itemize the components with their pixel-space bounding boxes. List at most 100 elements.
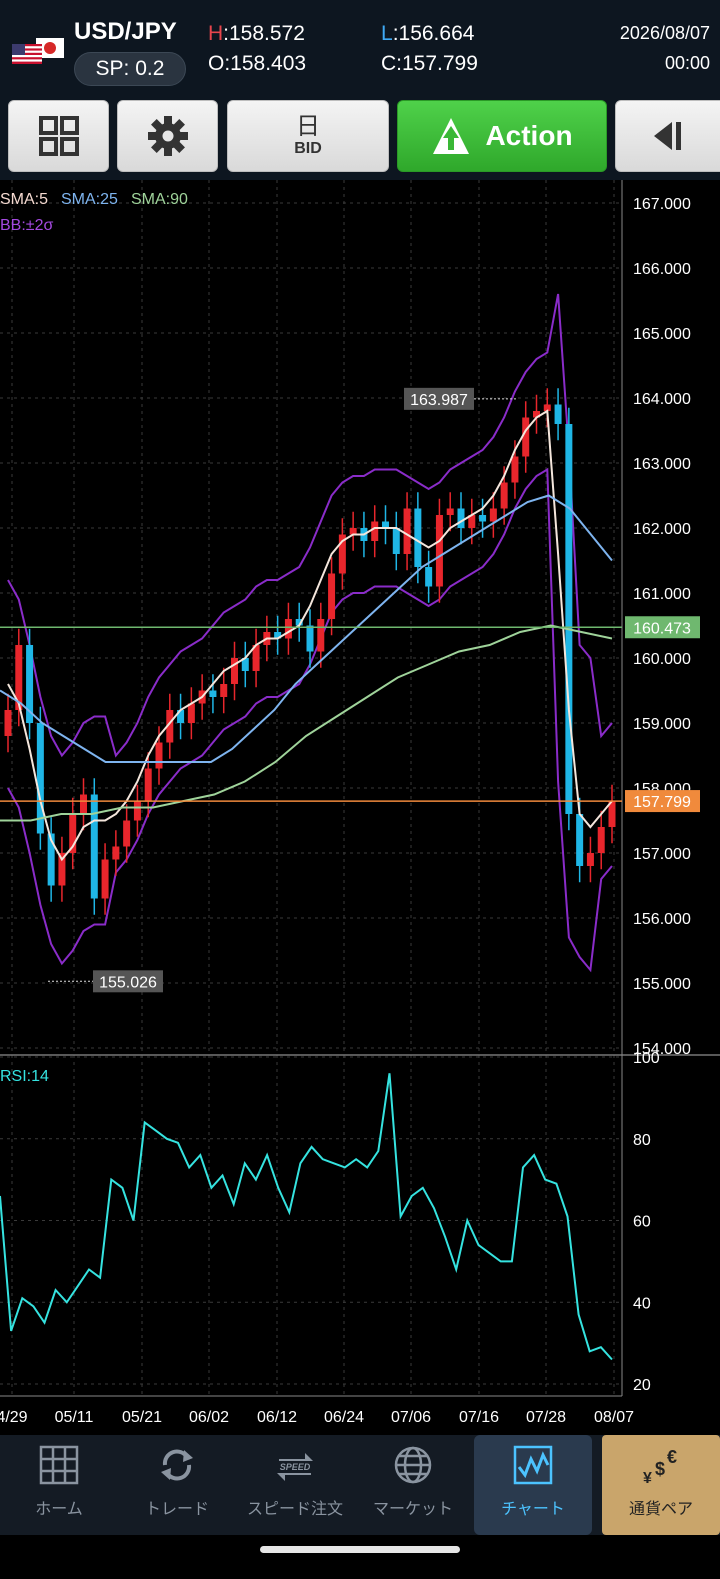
rsi-tick-label: 100 (633, 1050, 660, 1067)
price-tick-label: 157.000 (633, 846, 691, 863)
candle-body (500, 482, 508, 509)
action-label: Action (485, 120, 573, 151)
price-tick-label: 159.000 (633, 716, 691, 733)
candle-body (123, 820, 131, 847)
candle-body (565, 424, 573, 814)
spread-badge: SP: 0.2 (74, 52, 186, 86)
price-chart[interactable]: 163.987 155.026 167.000 166.000 165.000 164.… (0, 180, 720, 1435)
candle-body (576, 814, 584, 866)
home-grid-icon (39, 1445, 79, 1485)
low-price: L:156.664 (381, 22, 474, 46)
sma25-line (0, 494, 613, 763)
candle-body (403, 508, 411, 554)
time-tick-label: 06/12 (257, 1409, 297, 1426)
candle-body (457, 508, 465, 528)
rsi-tick-label: 20 (633, 1377, 651, 1394)
candle-body (209, 690, 217, 697)
period-label: 日 (296, 113, 320, 140)
tab-market[interactable]: マーケット (354, 1435, 472, 1535)
settings-button[interactable] (117, 100, 218, 172)
low-label: L (381, 22, 393, 45)
time-tick-label: 07/16 (459, 1409, 499, 1426)
time-tick-label: 05/11 (55, 1409, 94, 1426)
bottom-tab-bar: ホーム トレード SPEED スピード注文 マーケット チャート € $ ¥ 通… (0, 1435, 720, 1535)
reference-price-label: 160.473 (633, 620, 691, 637)
bb-lower-line (7, 467, 613, 973)
candle-body (392, 528, 400, 554)
high-label: H (208, 22, 224, 45)
currency-icon: € $ ¥ (643, 1447, 677, 1485)
currency-pair-title[interactable]: USD/JPY (74, 18, 177, 46)
collapse-panel-button[interactable] (615, 100, 720, 172)
time-tick-label: 05/21 (122, 1409, 162, 1426)
price-tick-label: 167.000 (633, 196, 691, 213)
candle-body (133, 801, 141, 821)
candle-body (414, 508, 422, 567)
rsi-tick-label: 60 (633, 1214, 651, 1231)
price-tick-label: 164.000 (633, 391, 691, 408)
candle-body (90, 794, 98, 899)
layout-button[interactable] (8, 100, 109, 172)
price-tick-label: 155.000 (633, 976, 691, 993)
candle-body (554, 404, 562, 424)
tab-chart[interactable]: チャート (474, 1435, 592, 1535)
candle-body (220, 684, 228, 697)
svg-text:¥: ¥ (643, 1470, 652, 1485)
collapse-left-icon (653, 122, 681, 150)
svg-text:SPEED: SPEED (280, 1462, 311, 1472)
price-side-label: BID (294, 140, 322, 157)
tab-home[interactable]: ホーム (0, 1435, 118, 1535)
candle-body (446, 508, 454, 515)
action-button[interactable]: Action (397, 100, 607, 172)
low-marker-label: 155.026 (99, 974, 157, 991)
close-price: C:157.799 (381, 52, 478, 75)
tab-speed-order[interactable]: SPEED スピード注文 (236, 1435, 354, 1535)
rsi-tick-label: 80 (633, 1132, 651, 1149)
candle-body (155, 742, 163, 769)
price-tick-label: 161.000 (633, 586, 691, 603)
candle-body (144, 768, 152, 801)
high-value: :158.572 (223, 22, 305, 45)
high-marker-label: 163.987 (410, 392, 468, 409)
tab-home-label: ホーム (35, 1501, 83, 1518)
tab-trade-label: トレード (144, 1501, 209, 1518)
tab-speed-order-label: スピード注文 (246, 1501, 343, 1518)
price-tick-label: 160.000 (633, 651, 691, 668)
quote-time: 00:00 (664, 53, 710, 73)
action-icon (433, 118, 470, 154)
globe-icon (394, 1446, 432, 1484)
bb-upper-line (7, 293, 613, 758)
chart-toolbar: 日 BID Action (0, 92, 720, 180)
rsi-tick-label: 40 (633, 1295, 651, 1312)
price-tick-label: 162.000 (633, 521, 691, 538)
rsi-line (0, 1073, 613, 1361)
candle-body (479, 515, 487, 522)
period-bid-button[interactable]: 日 BID (227, 100, 389, 172)
candle-body (101, 859, 109, 899)
candle-body (112, 846, 120, 860)
rsi-legend: RSI:14 (0, 1068, 49, 1085)
candle-body (284, 619, 292, 639)
candle-body (425, 567, 433, 587)
svg-text:$: $ (655, 1459, 665, 1479)
price-tick-label: 156.000 (633, 911, 691, 928)
high-price: H:158.572 (208, 22, 305, 46)
candle-body (371, 521, 379, 541)
chart-icon (513, 1445, 553, 1485)
tab-trade[interactable]: トレード (118, 1435, 236, 1535)
low-value: :156.664 (392, 22, 475, 45)
sma25-legend: SMA:25 (61, 191, 118, 208)
candle-body (489, 508, 497, 522)
speed-icon: SPEED (277, 1453, 313, 1481)
gear-icon (147, 116, 188, 156)
time-tick-label: 06/24 (324, 1409, 364, 1426)
time-tick-label: 08/07 (594, 1409, 634, 1426)
time-tick-label: 4/29 (0, 1409, 28, 1426)
tab-currency-pair[interactable]: € $ ¥ 通貨ペア (602, 1435, 720, 1535)
candle-body (4, 710, 12, 736)
home-indicator (0, 1535, 720, 1579)
candle-body (328, 573, 336, 619)
open-price: O:158.403 (208, 52, 307, 75)
time-tick-label: 07/28 (526, 1409, 566, 1426)
sma5-legend: SMA:5 (0, 191, 48, 208)
